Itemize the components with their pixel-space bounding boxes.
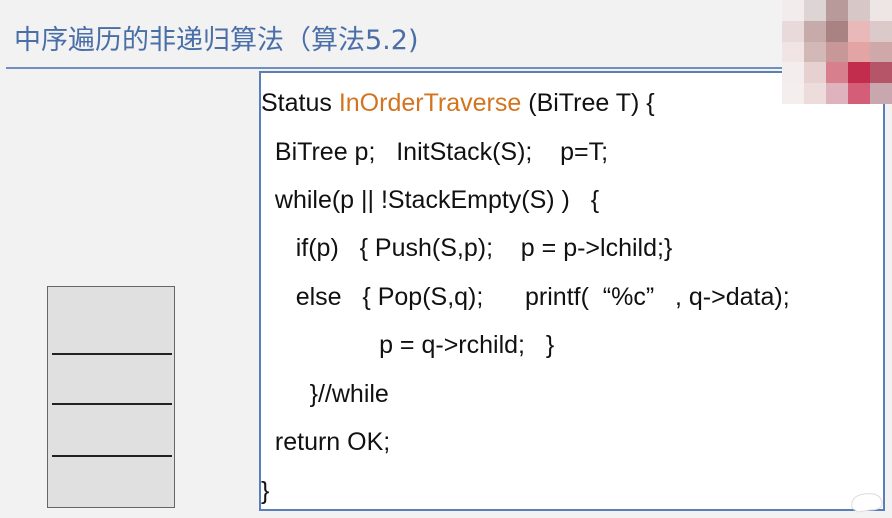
slide-title: 中序遍历的非递归算法（算法5.2) <box>14 25 419 56</box>
stack-divider <box>52 455 172 457</box>
stack-divider <box>52 353 172 355</box>
code-line-2: BiTree p; InitStack(S); p=T; <box>261 138 609 166</box>
code-line-7: }//while <box>261 380 389 408</box>
pixelated-avatar-icon <box>782 0 892 104</box>
code-keyword-status: Status <box>261 89 339 117</box>
code-line-9: } <box>261 477 270 505</box>
code-line-1: Status InOrderTraverse (BiTree T) { <box>261 88 655 118</box>
title-divider <box>6 67 892 69</box>
code-line-6: p = q->rchild; } <box>261 331 555 359</box>
stack-divider <box>52 403 172 405</box>
code-signature: (BiTree T) { <box>521 89 655 117</box>
stack-diagram <box>47 286 175 508</box>
code-box: Status InOrderTraverse (BiTree T) { BiTr… <box>259 71 885 511</box>
code-line-8: return OK; <box>261 428 391 456</box>
code-line-4: if(p) { Push(S,p); p = p->lchild;} <box>261 234 673 262</box>
chat-bubble-icon <box>851 493 883 513</box>
code-line-5: else { Pop(S,q); printf( “%c” , q->data)… <box>261 283 790 311</box>
code-line-3: while(p || !StackEmpty(S) ) { <box>261 186 600 214</box>
code-function-name: InOrderTraverse <box>338 89 522 117</box>
